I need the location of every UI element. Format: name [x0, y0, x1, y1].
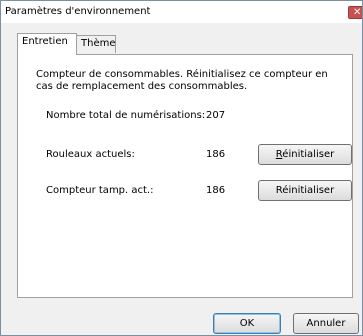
window-title: Paramètres d'environnement: [5, 6, 151, 17]
tab-panel-entretien: Compteur de consommables. Réinitialisez …: [17, 54, 353, 298]
pad-counter-label: Compteur tamp. act.:: [46, 185, 154, 196]
tab-theme[interactable]: Thème: [76, 35, 116, 53]
settings-dialog: Paramètres d'environnement ✕ Entretien T…: [0, 0, 363, 336]
pad-counter-value: 186: [206, 185, 226, 196]
total-scans-label: Nombre total de numérisations:: [46, 110, 206, 121]
description-text: Compteur de consommables. Réinitialisez …: [36, 69, 328, 92]
total-scans-value: 207: [206, 110, 226, 121]
tab-entretien[interactable]: Entretien: [17, 33, 77, 55]
current-rollers-label: Rouleaux actuels:: [46, 149, 135, 160]
close-button[interactable]: ✕: [348, 6, 362, 19]
reset-pad-button[interactable]: Réinitialiser: [258, 180, 352, 201]
cancel-button[interactable]: Annuler: [293, 313, 359, 334]
current-rollers-value: 186: [206, 149, 226, 160]
title-bar: Paramètres d'environnement: [1, 1, 362, 23]
reset-rollers-button[interactable]: Réinitialiser: [258, 144, 352, 165]
ok-button[interactable]: OK: [213, 313, 281, 334]
close-icon: ✕: [353, 7, 362, 18]
